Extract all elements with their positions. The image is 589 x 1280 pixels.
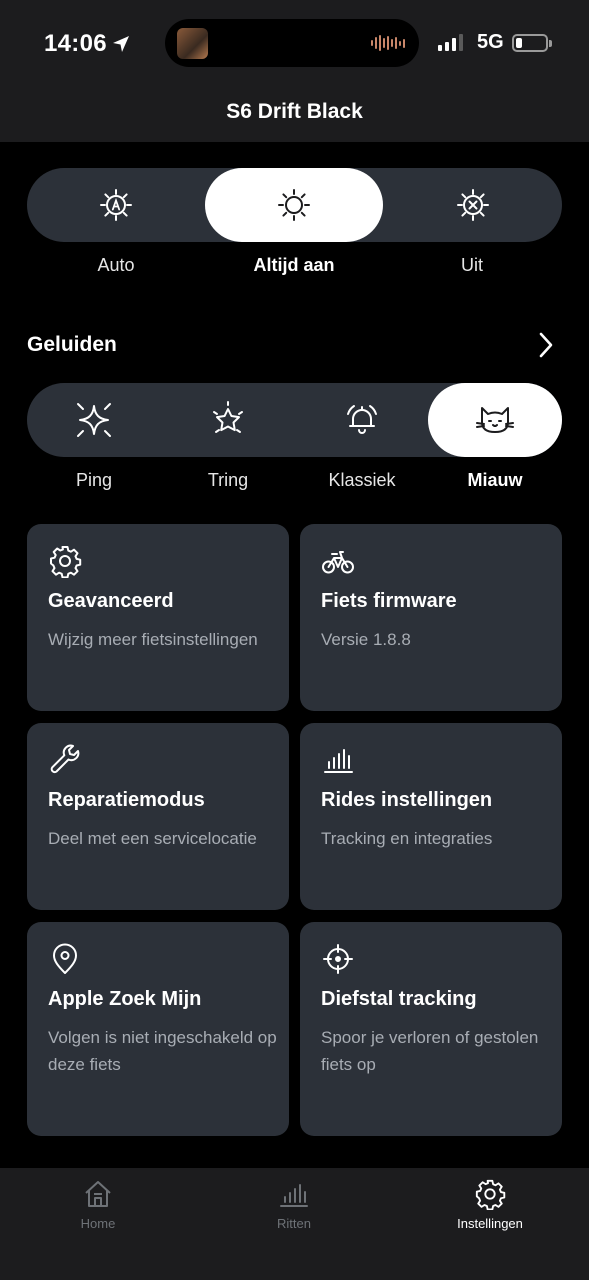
light-option-label-auto: Auto: [97, 255, 135, 275]
card-repair-mode[interactable]: Reparatiemodus Deel met een servicelocat…: [27, 723, 289, 910]
sound-option-label-tring: Tring: [207, 470, 249, 490]
light-option-always-on[interactable]: [205, 168, 383, 242]
sound-option-miauw[interactable]: [428, 383, 562, 457]
card-bike-firmware[interactable]: Fiets firmware Versie 1.8.8: [300, 524, 562, 711]
card-subtitle: Deel met een servicelocatie: [48, 829, 257, 848]
bar-chart-icon: [280, 1184, 308, 1207]
card-subtitle: Versie 1.8.8: [321, 630, 411, 649]
location-arrow-icon: [112, 36, 129, 52]
sun-icon: [278, 189, 310, 221]
card-title: Geavanceerd: [48, 590, 174, 612]
tab-label: Instellingen: [457, 1216, 523, 1231]
tab-label: Home: [80, 1216, 116, 1231]
sound-option-klassiek[interactable]: [295, 383, 429, 457]
light-option-auto[interactable]: [27, 168, 205, 242]
dynamic-island[interactable]: [165, 19, 419, 67]
battery-icon: [512, 34, 552, 52]
sound-option-tring[interactable]: [161, 383, 295, 457]
gear-icon: [50, 546, 82, 578]
now-playing-artwork: [177, 28, 208, 59]
cellular-signal-icon: [438, 33, 463, 51]
location-pin-icon: [53, 943, 77, 974]
sound-option-label-miauw: Miauw: [467, 470, 523, 490]
status-bar: 14:06 5G: [0, 0, 589, 90]
crosshair-icon: [323, 944, 353, 974]
clock: 14:06: [44, 30, 131, 58]
bar-chart-icon: [324, 749, 353, 773]
tab-bar: Home Ritten Instellingen: [0, 1168, 589, 1280]
card-theft-tracking[interactable]: Diefstal tracking Spoor je verloren of g…: [300, 922, 562, 1136]
card-subtitle: Wijzig meer fietsinstellingen: [48, 630, 258, 649]
tab-label: Ritten: [277, 1216, 311, 1231]
card-subtitle: Tracking en integraties: [321, 829, 493, 848]
bike-icon: [322, 551, 354, 574]
sound-option-ping[interactable]: [27, 383, 161, 457]
tab-home[interactable]: Home: [28, 1178, 168, 1231]
card-subtitle: Spoor je verloren of gestolen fiets op: [321, 1028, 539, 1074]
network-type: 5G: [477, 31, 504, 53]
sound-option-label-klassiek: Klassiek: [328, 470, 396, 490]
gear-icon: [475, 1179, 506, 1210]
sun-off-icon: [456, 189, 489, 221]
page-title: S6 Drift Black: [226, 100, 363, 123]
audio-waveform-icon: [371, 34, 405, 52]
card-title: Apple Zoek Mijn: [48, 988, 202, 1010]
light-mode-selector: [27, 168, 562, 242]
card-title: Reparatiemodus: [48, 789, 205, 811]
tab-rides[interactable]: Ritten: [224, 1178, 364, 1231]
light-option-off[interactable]: [383, 168, 562, 242]
light-option-label-off: Uit: [461, 255, 483, 275]
card-rides-settings[interactable]: Rides instellingen Tracking en integrati…: [300, 723, 562, 910]
sound-selector: [27, 383, 562, 457]
card-title: Fiets firmware: [321, 590, 457, 612]
clock-time: 14:06: [44, 30, 107, 57]
section-title-sounds[interactable]: Geluiden: [27, 333, 117, 357]
bell-icon: [347, 405, 377, 434]
sparkle-icon: [77, 403, 111, 437]
sun-auto-icon: [100, 189, 132, 221]
wrench-icon: [50, 744, 80, 774]
nav-header: S6 Drift Black: [0, 90, 589, 142]
light-option-label-always-on: Altijd aan: [253, 255, 335, 275]
card-advanced[interactable]: Geavanceerd Wijzig meer fietsinstellinge…: [27, 524, 289, 711]
card-title: Diefstal tracking: [321, 988, 477, 1010]
house-icon: [85, 1181, 111, 1207]
card-title: Rides instellingen: [321, 789, 493, 811]
star-icon: [213, 401, 243, 433]
tab-settings[interactable]: Instellingen: [420, 1178, 560, 1231]
card-apple-find-my[interactable]: Apple Zoek Mijn Volgen is niet ingeschak…: [27, 922, 289, 1136]
cat-icon: [476, 407, 514, 433]
card-subtitle: Volgen is niet ingeschakeld op deze fiet…: [48, 1028, 277, 1074]
chevron-right-icon[interactable]: [535, 331, 557, 359]
sound-option-label-ping: Ping: [75, 470, 113, 490]
